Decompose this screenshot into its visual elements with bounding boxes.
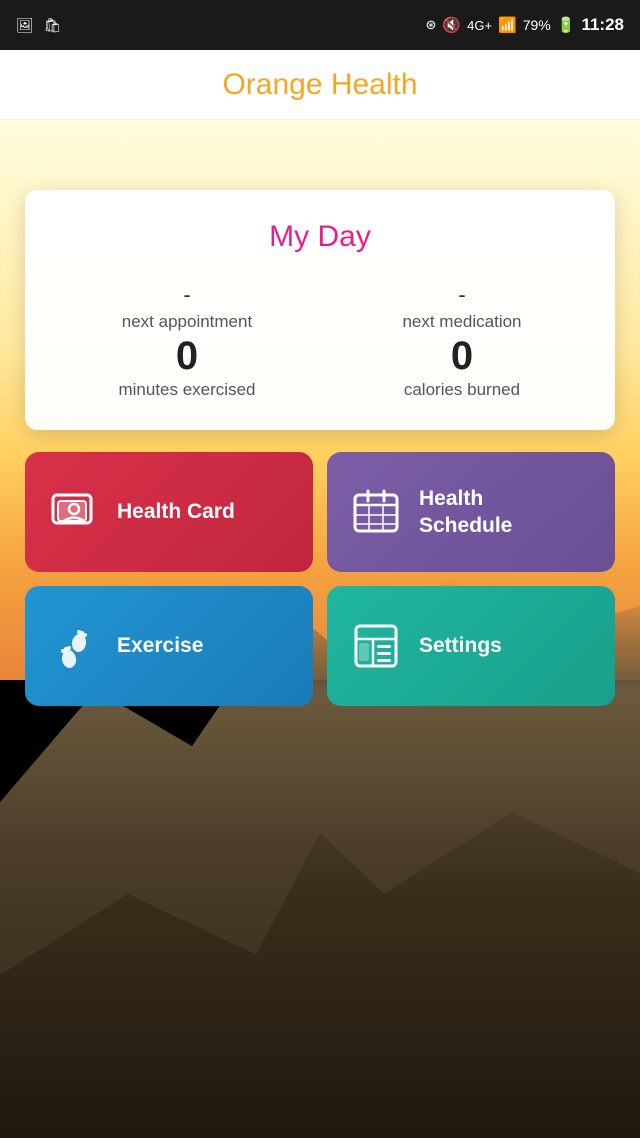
appointment-dash: -: [183, 282, 190, 308]
exercise-icon: [49, 621, 99, 671]
bag-icon: 🛍: [44, 17, 62, 34]
status-right-info: ⊛ 🔇 4G+ 📶 79% 🔋 11:28: [426, 15, 624, 35]
health-card-label: Health Card: [117, 498, 235, 525]
appointment-label: next appointment: [122, 312, 252, 332]
health-schedule-icon: [351, 487, 401, 537]
settings-button[interactable]: Settings: [327, 586, 615, 706]
medication-dash: -: [458, 282, 465, 308]
status-bar: 🖼 🛍 ⊛ 🔇 4G+ 📶 79% 🔋 11:28: [0, 0, 640, 50]
health-card-icon: [49, 487, 99, 537]
exercise-label: minutes exercised: [118, 380, 255, 400]
health-schedule-label: HealthSchedule: [419, 485, 512, 540]
health-schedule-button[interactable]: HealthSchedule: [327, 452, 615, 572]
calories-burned: 0: [451, 336, 473, 376]
exercise-button[interactable]: Exercise: [25, 586, 313, 706]
settings-icon: [351, 621, 401, 671]
app-title: Orange Health: [222, 68, 417, 102]
battery-label: 79%: [523, 17, 551, 33]
appointment-stat: - next appointment 0 minutes exercised: [118, 282, 255, 400]
medication-label: next medication: [402, 312, 521, 332]
exercise-label: Exercise: [117, 632, 203, 659]
health-card-button[interactable]: Health Card: [25, 452, 313, 572]
calories-label: calories burned: [404, 380, 520, 400]
content-layer: My Day - next appointment 0 minutes exer…: [0, 120, 640, 1138]
signal-bars-icon: 📶: [498, 16, 517, 34]
mute-icon: 🔇: [442, 16, 461, 34]
action-grid: Health Card HealthSchedule: [25, 452, 615, 706]
network-label: 4G+: [467, 18, 492, 33]
my-day-card: My Day - next appointment 0 minutes exer…: [25, 190, 615, 430]
my-day-stats: - next appointment 0 minutes exercised -…: [45, 282, 595, 400]
status-left-icons: 🖼 🛍: [16, 17, 62, 34]
battery-icon: 🔋: [557, 16, 576, 34]
bluetooth-icon: ⊛: [426, 17, 437, 33]
status-time: 11:28: [581, 15, 624, 35]
medication-stat: - next medication 0 calories burned: [402, 282, 521, 400]
exercise-minutes: 0: [176, 336, 198, 376]
settings-label: Settings: [419, 632, 502, 659]
my-day-title: My Day: [45, 220, 595, 254]
image-icon: 🖼: [16, 17, 34, 34]
app-header: Orange Health: [0, 50, 640, 120]
